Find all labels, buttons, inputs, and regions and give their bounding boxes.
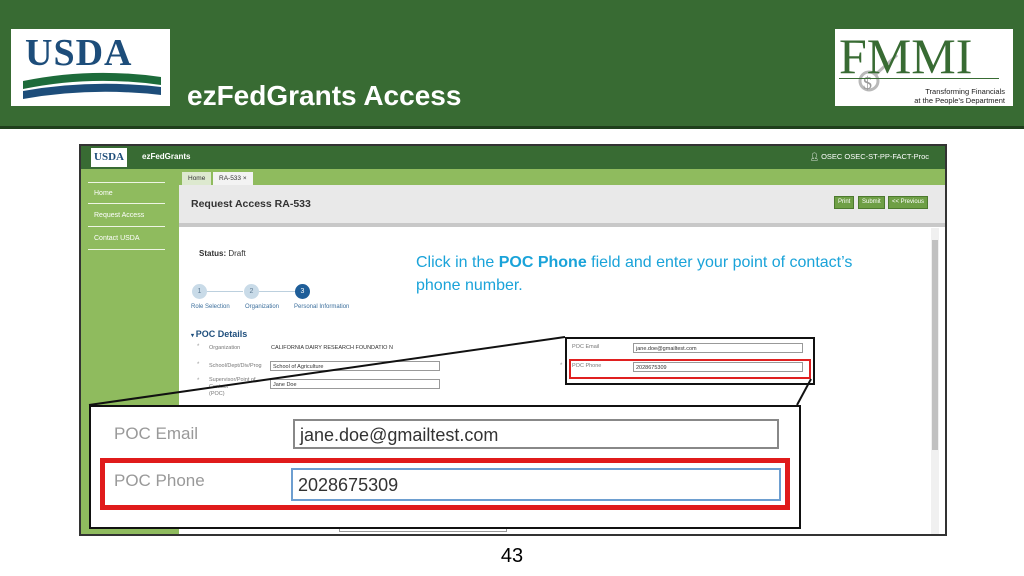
- step-connector: [207, 291, 243, 292]
- required-marker: *: [560, 363, 563, 369]
- status-value: Draft: [228, 249, 246, 258]
- scrollbar-thumb[interactable]: [932, 240, 938, 450]
- zoom-poc-email-label: POC Email: [114, 424, 199, 443]
- step-1[interactable]: 1: [192, 284, 207, 299]
- previous-button[interactable]: << Previous: [888, 196, 929, 209]
- instruction-before: Click in the: [416, 254, 499, 271]
- supervisor-label-line-2: Contact: [209, 384, 228, 390]
- step-2[interactable]: 2: [244, 284, 259, 299]
- zoom-poc-phone-input[interactable]: 2028675309: [291, 468, 781, 501]
- status-label: Status:: [199, 249, 227, 258]
- poc-details-heading[interactable]: ▾ POC Details: [191, 329, 247, 339]
- print-button[interactable]: Print: [834, 196, 855, 209]
- usda-logo-swoosh: [23, 72, 161, 99]
- page-number: 43: [500, 545, 524, 567]
- fmmi-tagline-line-1: Transforming Financials: [925, 87, 1005, 96]
- supervisor-input[interactable]: Jane Doe: [270, 379, 440, 389]
- organization-label: Organization: [209, 345, 241, 351]
- page-header: Request Access RA-533 Print Submit << Pr…: [179, 185, 945, 227]
- poc-contact-callout: POC Email jane.doe@gmailtest.com POC Pho…: [565, 337, 815, 385]
- app-topbar: USDA ezFedGrants 👤︎ OSEC OSEC-ST-PP-FACT…: [81, 146, 945, 169]
- fmmi-logo: $ FMMI Transforming Financials at the Pe…: [835, 28, 1013, 106]
- required-marker: *: [197, 344, 200, 350]
- school-label: School/Dept/Div/Prog: [209, 363, 262, 369]
- poc-details-title: POC Details: [195, 329, 248, 339]
- status-line: Status: Draft: [199, 249, 246, 258]
- app-name: ezFedGrants: [142, 152, 191, 161]
- usda-logo: USDA: [11, 29, 170, 106]
- poc-phone-label: POC Phone: [572, 363, 602, 369]
- submit-button[interactable]: Submit: [858, 196, 885, 209]
- zoom-poc-email-input[interactable]: jane.doe@gmailtest.com: [293, 419, 779, 449]
- fmmi-logo-text: FMMI: [839, 28, 973, 84]
- required-marker: *: [197, 378, 200, 384]
- slide-title: ezFedGrants Access: [187, 80, 462, 111]
- step-1-label[interactable]: Role Selection: [191, 304, 230, 310]
- zoom-callout: POC Email jane.doe@gmailtest.com POC Pho…: [89, 405, 801, 529]
- sidebar-item-home[interactable]: Home: [88, 182, 165, 204]
- sidebar-item-contact-usda[interactable]: Contact USDA: [88, 228, 165, 250]
- organization-value: CALIFORNIA DAIRY RESEARCH FOUNDATIO N: [271, 345, 393, 351]
- fmmi-tagline-line-2: at the People’s Department: [914, 96, 1005, 105]
- fmmi-tagline: Transforming Financials at the People’s …: [914, 87, 1005, 105]
- sidebar-item-request-access[interactable]: Request Access: [88, 205, 165, 227]
- tab-home[interactable]: Home: [182, 172, 212, 185]
- poc-phone-input[interactable]: 2028675309: [633, 362, 803, 372]
- tab-strip: Home RA-533 ×: [179, 169, 945, 185]
- instruction-bold: POC Phone: [498, 254, 587, 271]
- user-icon: 👤︎: [809, 152, 822, 161]
- poc-email-input[interactable]: jane.doe@gmailtest.com: [633, 343, 803, 353]
- step-3-label[interactable]: Personal Information: [294, 304, 349, 310]
- required-marker: *: [197, 362, 200, 368]
- step-3[interactable]: 3: [295, 284, 310, 299]
- app-logo[interactable]: USDA: [91, 148, 127, 167]
- zoom-poc-phone-label: POC Phone: [114, 471, 205, 490]
- page-title: Request Access RA-533: [191, 198, 311, 210]
- tab-ra-533[interactable]: RA-533 ×: [213, 172, 253, 185]
- supervisor-label: Supervisor/Point of Contact (POC): [209, 377, 255, 398]
- step-2-label[interactable]: Organization: [245, 304, 279, 310]
- supervisor-label-line-1: Supervisor/Point of: [209, 377, 256, 383]
- scrollbar[interactable]: [931, 228, 939, 534]
- school-input[interactable]: School of Agriculture: [270, 361, 440, 371]
- poc-email-label: POC Email: [572, 344, 600, 350]
- user-menu[interactable]: 👤︎ OSEC OSEC-ST-PP-FACT-Proc: [809, 152, 929, 161]
- user-name: OSEC OSEC-ST-PP-FACT-Proc: [821, 152, 929, 161]
- step-connector: [259, 291, 295, 292]
- fmmi-rule: [839, 78, 999, 79]
- supervisor-label-line-3: (POC): [209, 391, 225, 397]
- header-divider: [0, 126, 1024, 129]
- instruction-text: Click in the POC Phone field and enter y…: [416, 251, 886, 297]
